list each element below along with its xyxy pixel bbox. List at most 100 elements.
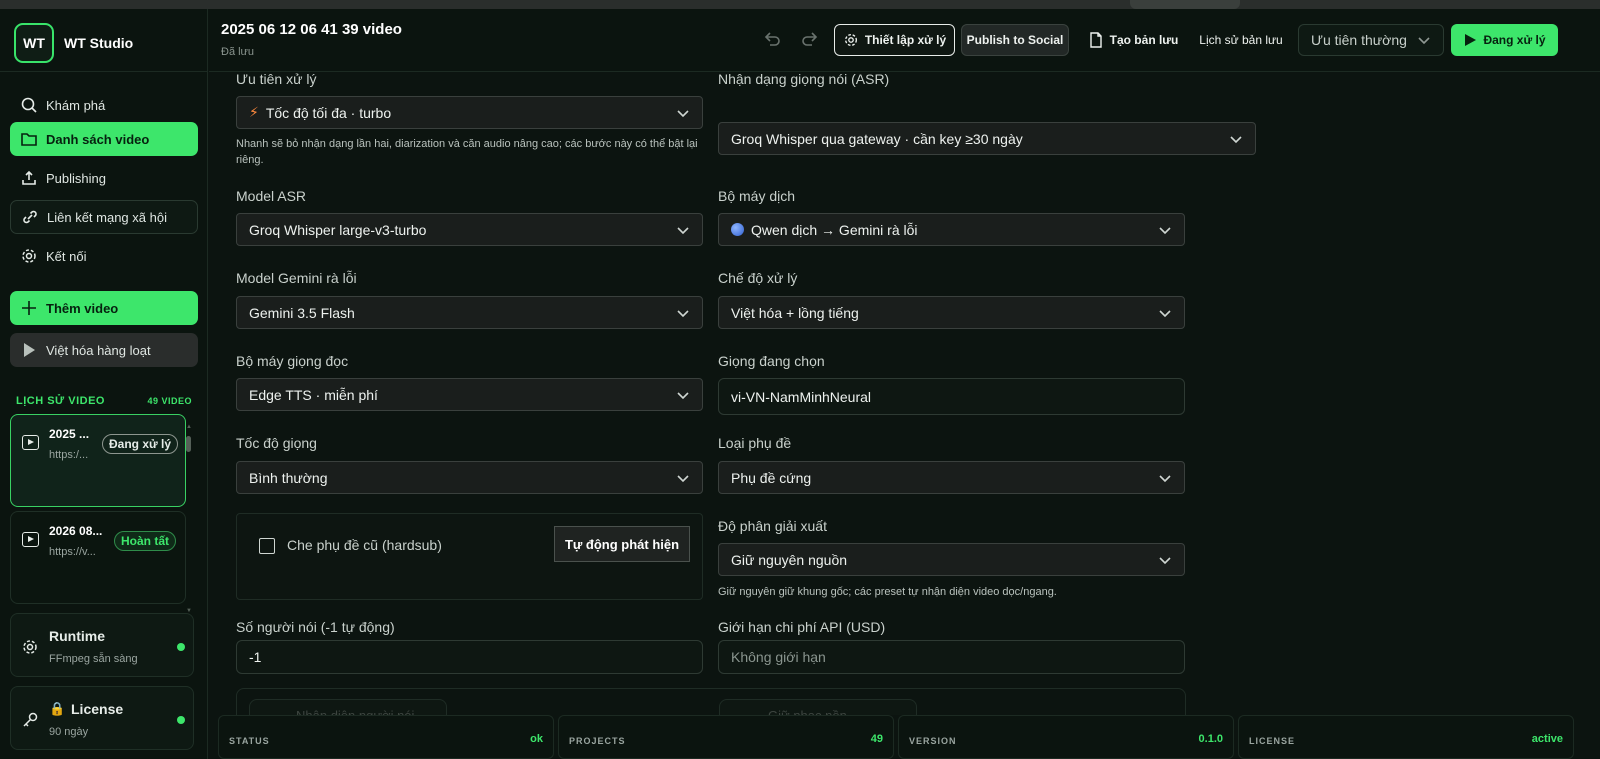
resolution-help: Giữ nguyên giữ khung gốc; các preset tự … bbox=[718, 586, 1057, 598]
sidebar-item-label: Khám phá bbox=[46, 97, 106, 113]
status-value: ok bbox=[530, 733, 543, 745]
voice-label: Giọng đang chọn bbox=[718, 353, 825, 369]
license-status-dot bbox=[177, 716, 185, 724]
cost-limit-label: Giới hạn chi phí API (USD) bbox=[718, 619, 886, 635]
processing-button[interactable]: Đang xử lý bbox=[1451, 24, 1558, 56]
batch-localize-button[interactable]: Việt hóa hàng loạt bbox=[10, 333, 198, 367]
hardsub-panel: Che phụ đề cũ (hardsub) Tự động phát hiệ… bbox=[236, 513, 703, 600]
share-icon bbox=[22, 170, 36, 185]
translator-label: Bộ máy dịch bbox=[718, 188, 796, 204]
keep-music-toggle[interactable]: Giữ nhạc nền bbox=[719, 699, 917, 715]
speed-label: Tốc độ giọng bbox=[236, 435, 317, 451]
add-video-label: Thêm video bbox=[46, 300, 119, 316]
video-icon bbox=[22, 532, 39, 547]
processing-label: Đang xử lý bbox=[1483, 33, 1546, 47]
speakers-field[interactable]: -1 bbox=[236, 640, 703, 674]
scroll-up-icon[interactable]: ▲ bbox=[186, 424, 192, 430]
mode-dropdown[interactable]: Việt hóa + lồng tiếng bbox=[718, 296, 1185, 329]
status-cell-status: STATUS ok bbox=[218, 715, 554, 759]
globe-icon bbox=[731, 223, 744, 236]
priority-dropdown[interactable]: ⚡ Tốc độ tối đa · turbo bbox=[236, 96, 703, 129]
history-scrollbar[interactable]: ▲ ▼ bbox=[186, 424, 192, 614]
subtitle-type-dropdown[interactable]: Phụ đề cứng bbox=[718, 461, 1185, 494]
save-status: Đã lưu bbox=[221, 46, 255, 58]
create-save-button[interactable]: Tạo bản lưu bbox=[1083, 24, 1183, 56]
priority-select[interactable]: Ưu tiên thường bbox=[1298, 24, 1444, 56]
voice-field[interactable]: vi-VN-NamMinhNeural bbox=[718, 378, 1185, 415]
speaker-detect-toggle[interactable]: Nhận diện người nói bbox=[249, 699, 447, 715]
chevron-down-icon bbox=[1159, 474, 1171, 482]
status-key: VERSION bbox=[909, 736, 957, 746]
window-top-hint bbox=[1130, 0, 1240, 9]
create-save-label: Tạo bản lưu bbox=[1109, 33, 1179, 47]
publish-social-button[interactable]: Publish to Social bbox=[961, 24, 1069, 56]
cost-limit-placeholder: Không giới hạn bbox=[731, 649, 826, 665]
hardsub-checkbox[interactable] bbox=[259, 538, 275, 554]
processing-settings-button[interactable]: Thiết lập xử lý bbox=[834, 24, 955, 56]
hardsub-label: Che phụ đề cũ (hardsub) bbox=[287, 537, 442, 553]
gemini-model-value: Gemini 3.5 Flash bbox=[249, 304, 355, 321]
status-key: PROJECTS bbox=[569, 736, 626, 746]
scroll-thumb[interactable] bbox=[186, 436, 191, 452]
sidebar-item-publishing[interactable]: Publishing bbox=[10, 161, 198, 195]
play-icon bbox=[24, 343, 35, 357]
plus-icon bbox=[22, 301, 36, 315]
status-key: STATUS bbox=[229, 736, 270, 746]
asr-engine-label: Nhận dạng giọng nói (ASR) bbox=[718, 72, 890, 87]
sidebar-item-kham-pha[interactable]: Khám phá bbox=[10, 88, 198, 122]
priority-label: Ưu tiên xử lý bbox=[236, 72, 317, 87]
save-history-button[interactable]: Lịch sử bản lưu bbox=[1195, 24, 1287, 56]
runtime-title: Runtime bbox=[49, 628, 105, 644]
status-cell-license: LICENSE active bbox=[1238, 715, 1574, 759]
feature-toggle-panel: Nhận diện người nói Giữ nhạc nền bbox=[236, 688, 1186, 715]
add-video-button[interactable]: Thêm video bbox=[10, 291, 198, 325]
search-icon bbox=[21, 97, 37, 113]
history-count: 49 VIDEO bbox=[147, 396, 192, 406]
cost-limit-field[interactable]: Không giới hạn bbox=[718, 640, 1185, 674]
runtime-status: FFmpeg sẵn sàng bbox=[49, 653, 138, 665]
status-badge: Hoàn tất bbox=[114, 531, 176, 551]
voice-value: vi-VN-NamMinhNeural bbox=[731, 388, 872, 405]
gear-icon bbox=[844, 34, 857, 46]
auto-detect-button[interactable]: Tự động phát hiện bbox=[554, 526, 690, 562]
sidebar-item-danh-sach-video[interactable]: Danh sách video bbox=[10, 122, 198, 156]
sidebar-item-ket-noi[interactable]: Kết nối bbox=[10, 239, 198, 273]
gemini-model-label: Model Gemini rà lỗi bbox=[236, 270, 357, 286]
document-icon bbox=[1089, 32, 1102, 48]
lock-icon: 🔒 bbox=[49, 701, 66, 716]
translator-value: Qwen dịch → Gemini rà lỗi bbox=[751, 221, 918, 238]
priority-help: Nhanh sẽ bỏ nhận dạng lần hai, diarizati… bbox=[236, 138, 698, 166]
sidebar-item-label: Publishing bbox=[46, 170, 106, 186]
tts-engine-dropdown[interactable]: Edge TTS · miễn phí bbox=[236, 378, 703, 411]
runtime-status-dot bbox=[177, 643, 185, 651]
video-card[interactable]: 2026 08... https://v... Hoàn tất bbox=[10, 511, 186, 604]
speed-dropdown[interactable]: Bình thường bbox=[236, 461, 703, 494]
gear-icon bbox=[22, 249, 36, 263]
speed-value: Bình thường bbox=[249, 469, 328, 486]
brand: WT WT Studio bbox=[14, 23, 133, 63]
chevron-down-icon bbox=[1159, 226, 1171, 234]
tts-engine-value: Edge TTS · miễn phí bbox=[249, 386, 378, 403]
history-header: LỊCH SỬ VIDEO 49 VIDEO bbox=[16, 395, 192, 407]
video-url: https://v... bbox=[49, 546, 96, 558]
status-key: LICENSE bbox=[1249, 736, 1296, 746]
sidebar-item-lien-ket[interactable]: Liên kết mạng xã hội bbox=[10, 200, 198, 234]
subtitle-type-label: Loại phụ đề bbox=[718, 435, 792, 451]
resolution-dropdown[interactable]: Giữ nguyên nguồn bbox=[718, 543, 1185, 576]
status-value: 49 bbox=[870, 733, 883, 745]
priority-select-value: Ưu tiên thường bbox=[1311, 32, 1407, 48]
translator-dropdown[interactable]: Qwen dịch → Gemini rà lỗi bbox=[718, 213, 1185, 246]
undo-icon[interactable] bbox=[761, 29, 783, 51]
asr-model-dropdown[interactable]: Groq Whisper large-v3-turbo bbox=[236, 213, 703, 246]
asr-engine-dropdown[interactable]: Groq Whisper qua gateway · cần key ≥30 n… bbox=[718, 122, 1256, 155]
asr-model-label: Model ASR bbox=[236, 188, 307, 204]
status-cell-version: VERSION 0.1.0 bbox=[898, 715, 1234, 759]
app-name: WT Studio bbox=[64, 35, 134, 51]
chevron-down-icon bbox=[1159, 556, 1171, 564]
redo-icon[interactable] bbox=[799, 29, 821, 51]
video-card[interactable]: 2025 ... https:/... Đang xử lý bbox=[10, 414, 186, 507]
license-card: 🔒 License 90 ngày bbox=[10, 686, 194, 750]
gemini-model-dropdown[interactable]: Gemini 3.5 Flash bbox=[236, 296, 703, 329]
window-top-strip bbox=[0, 0, 1600, 9]
batch-localize-label: Việt hóa hàng loạt bbox=[46, 342, 151, 358]
